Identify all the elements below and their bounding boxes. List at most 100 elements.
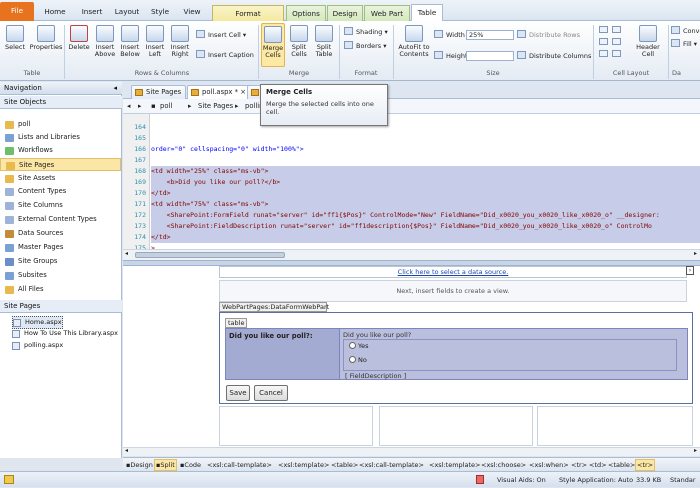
tag-crumb[interactable]: <table> bbox=[331, 458, 358, 472]
align-middle-left-icon[interactable] bbox=[599, 38, 608, 45]
nav-item-site-groups[interactable]: Site Groups bbox=[0, 255, 121, 268]
tag-crumb[interactable]: <xsl:when> bbox=[529, 458, 569, 472]
nav-item-poll[interactable]: poll bbox=[0, 118, 121, 131]
tag-crumb-selected[interactable]: <tr> bbox=[635, 459, 655, 471]
fill-button[interactable]: Fill ▾ bbox=[671, 39, 697, 49]
merge-cells-button[interactable]: Merge Cells bbox=[261, 23, 285, 67]
nav-item-content-types[interactable]: Content Types bbox=[0, 185, 121, 198]
tag-crumb[interactable]: <tr> bbox=[571, 458, 587, 472]
scroll-right-icon[interactable]: ▸ bbox=[694, 250, 697, 257]
properties-button[interactable]: Properties bbox=[29, 23, 63, 51]
select-button[interactable]: Select bbox=[2, 23, 28, 51]
tab-insert[interactable]: Insert bbox=[75, 4, 109, 21]
align-bottom-center-icon[interactable] bbox=[612, 50, 621, 57]
radio-no[interactable]: No bbox=[349, 356, 367, 364]
close-icon[interactable]: × bbox=[240, 88, 246, 96]
group-label-size: Size bbox=[394, 69, 592, 77]
insert-above-button[interactable]: Insert Above bbox=[93, 23, 117, 58]
dataform-webpart[interactable]: table Did you like our poll?: Did you li… bbox=[219, 312, 693, 404]
insert-right-button[interactable]: Insert Right bbox=[168, 23, 192, 58]
distribute-columns-button[interactable]: Distribute Columns bbox=[517, 51, 591, 61]
tag-crumb[interactable]: <xsl:call-template> bbox=[359, 458, 424, 472]
nav-item-workflows[interactable]: Workflows bbox=[0, 144, 121, 157]
distribute-rows-button[interactable]: Distribute Rows bbox=[517, 30, 580, 40]
tab-format[interactable]: Format bbox=[212, 5, 284, 21]
breadcrumb-poll[interactable]: poll bbox=[160, 99, 172, 114]
convert-button[interactable]: Conve bbox=[671, 26, 700, 36]
nav-item-site-assets[interactable]: Site Assets bbox=[0, 172, 121, 185]
width-input[interactable]: 25% bbox=[466, 30, 514, 40]
design-view[interactable]: Click here to select a data source. › Ne… bbox=[123, 266, 700, 456]
nav-item-data-sources[interactable]: Data Sources bbox=[0, 227, 121, 240]
tab-design[interactable]: Design bbox=[327, 5, 363, 21]
file-how-to-use[interactable]: How To Use This Library.aspx bbox=[12, 328, 118, 339]
visual-aids-status[interactable]: Visual Aids: On bbox=[497, 472, 546, 488]
scroll-left-icon[interactable]: ◂ bbox=[125, 447, 128, 454]
split-view-button[interactable]: ▪Split bbox=[154, 459, 177, 471]
tab-file[interactable]: File bbox=[0, 2, 34, 21]
tab-options[interactable]: Options bbox=[286, 5, 326, 21]
cancel-button[interactable]: Cancel bbox=[254, 385, 288, 401]
split-cells-button[interactable]: Split Cells bbox=[287, 23, 311, 58]
tab-web-part[interactable]: Web Part bbox=[364, 5, 410, 21]
align-top-left-icon[interactable] bbox=[599, 26, 608, 33]
style-application-status[interactable]: Style Application: Auto bbox=[559, 472, 633, 488]
borders-button[interactable]: Borders ▾ bbox=[344, 41, 387, 51]
nav-item-site-pages[interactable]: Site Pages bbox=[0, 158, 121, 171]
back-arrow-icon[interactable]: ◂ bbox=[127, 99, 130, 114]
tab-table[interactable]: Table bbox=[411, 4, 443, 21]
header-cell-button[interactable]: Header Cell bbox=[634, 23, 662, 58]
radio-button-icon[interactable] bbox=[349, 356, 356, 363]
insert-left-button[interactable]: Insert Left bbox=[143, 23, 167, 58]
design-horizontal-scrollbar[interactable]: ◂ ▸ bbox=[123, 447, 700, 456]
radio-yes[interactable]: Yes bbox=[349, 342, 369, 350]
tag-crumb[interactable]: <td> bbox=[589, 458, 607, 472]
question-cell[interactable]: Did you like our poll?: bbox=[226, 329, 340, 379]
breadcrumb-site-pages[interactable]: Site Pages bbox=[198, 99, 233, 114]
poll-form-table[interactable]: Did you like our poll?: Did you like our… bbox=[225, 328, 688, 380]
tag-crumb[interactable]: <xsl:call-template> bbox=[207, 458, 272, 472]
scroll-right-icon[interactable]: ▸ bbox=[694, 447, 697, 454]
tab-layout[interactable]: Layout bbox=[110, 4, 144, 21]
forward-arrow-icon[interactable]: ▸ bbox=[138, 99, 141, 114]
design-view-button[interactable]: ▪Design bbox=[126, 458, 153, 472]
tab-home[interactable]: Home bbox=[38, 4, 72, 21]
align-top-center-icon[interactable] bbox=[612, 26, 621, 33]
nav-item-master-pages[interactable]: Master Pages bbox=[0, 241, 121, 254]
insert-cell-button[interactable]: Insert Cell ▾ bbox=[196, 30, 246, 40]
code-view-button[interactable]: ▪Code bbox=[180, 458, 201, 472]
radio-button-icon[interactable] bbox=[349, 342, 356, 349]
tab-view[interactable]: View bbox=[177, 4, 207, 21]
nav-item-external-content-types[interactable]: External Content Types bbox=[0, 213, 121, 226]
tag-crumb[interactable]: <xsl:template> bbox=[278, 458, 329, 472]
align-middle-center-icon[interactable] bbox=[612, 38, 621, 45]
doc-tab-poll-aspx[interactable]: poll.aspx * × bbox=[187, 85, 251, 99]
horizontal-scrollbar[interactable]: ◂ ▸ bbox=[123, 249, 700, 260]
split-table-button[interactable]: Split Table bbox=[312, 23, 336, 58]
nav-item-site-columns[interactable]: Site Columns bbox=[0, 199, 121, 212]
doc-tab-site-pages[interactable]: Site Pages bbox=[131, 85, 186, 99]
tag-crumb[interactable]: <xsl:choose> bbox=[481, 458, 526, 472]
delete-button[interactable]: Delete bbox=[67, 23, 91, 51]
nav-item-subsites[interactable]: Subsites bbox=[0, 269, 121, 282]
insert-caption-button[interactable]: Insert Caption bbox=[196, 50, 254, 60]
shading-button[interactable]: Shading ▾ bbox=[344, 27, 388, 37]
tab-style[interactable]: Style bbox=[145, 4, 175, 21]
save-button[interactable]: Save bbox=[226, 385, 250, 401]
collapse-arrow-icon[interactable]: ◂ bbox=[113, 82, 117, 95]
nav-item-lists-libraries[interactable]: Lists and Libraries bbox=[0, 131, 121, 144]
select-data-source-link[interactable]: Click here to select a data source. bbox=[398, 268, 509, 276]
tag-crumb[interactable]: <xsl:template> bbox=[429, 458, 480, 472]
file-polling-aspx[interactable]: polling.aspx bbox=[12, 340, 63, 351]
insert-below-button[interactable]: Insert Below bbox=[118, 23, 142, 58]
code-editor[interactable]: 164 165 166 167 168 169 170 171 172 173 … bbox=[123, 114, 700, 249]
choice-field[interactable]: Yes No bbox=[343, 339, 677, 371]
align-bottom-left-icon[interactable] bbox=[599, 50, 608, 57]
chevron-right-icon[interactable]: › bbox=[686, 266, 694, 275]
autofit-button[interactable]: AutoFit to Contents bbox=[396, 23, 432, 58]
height-input[interactable] bbox=[466, 51, 514, 61]
scrollbar-thumb[interactable] bbox=[135, 252, 285, 258]
scroll-left-icon[interactable]: ◂ bbox=[125, 250, 128, 257]
nav-item-all-files[interactable]: All Files bbox=[0, 283, 121, 296]
tag-crumb[interactable]: <table> bbox=[608, 458, 635, 472]
